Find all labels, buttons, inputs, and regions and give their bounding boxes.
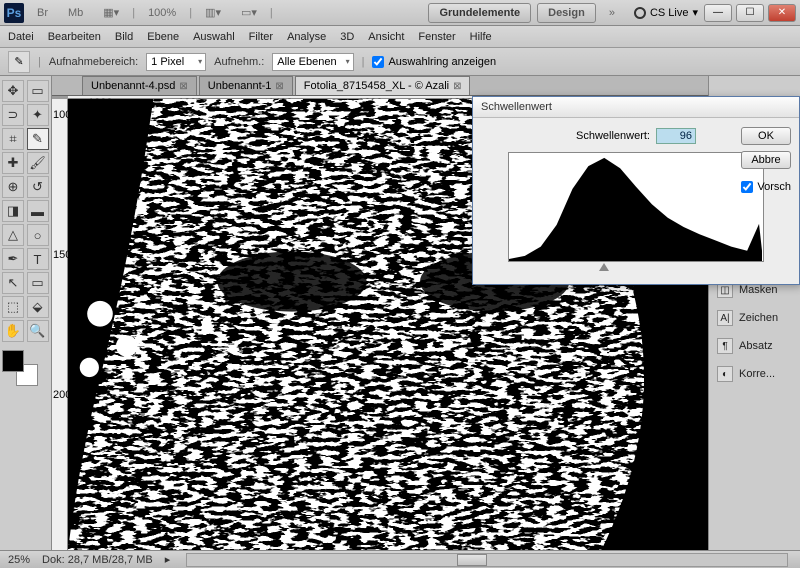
- doc-tab[interactable]: Unbenannt-1⊠: [199, 76, 293, 95]
- doc-layout-icon[interactable]: ▦▾: [96, 3, 126, 22]
- fg-color-swatch[interactable]: [2, 350, 24, 372]
- menu-fenster[interactable]: Fenster: [418, 31, 455, 43]
- close-icon[interactable]: ⊠: [275, 81, 283, 92]
- threshold-label: Schwellenwert:: [576, 130, 650, 142]
- histogram: [508, 152, 764, 262]
- schwellenwert-dialog: Schwellenwert Schwellenwert: OK Abbre Vo…: [472, 96, 800, 285]
- panel-icon: ¶: [717, 338, 733, 354]
- threshold-input[interactable]: [656, 128, 696, 144]
- menu-filter[interactable]: Filter: [249, 31, 273, 43]
- blur-tool[interactable]: △: [2, 224, 24, 246]
- aufnehm-label: Aufnehm.:: [214, 56, 264, 68]
- close-button[interactable]: ✕: [768, 4, 796, 22]
- workspace-grundelemente[interactable]: Grundelemente: [428, 3, 531, 23]
- eyedropper-tool[interactable]: ✎: [27, 128, 49, 150]
- stamp-tool[interactable]: ⊕: [2, 176, 24, 198]
- move-tool[interactable]: ✥: [2, 80, 24, 102]
- brush-tool[interactable]: 🖌: [27, 152, 49, 174]
- tool-panel: ✥▭ ⊃✦ ⌗✎ ✚🖌 ⊕↺ ◨▬ △○ ✒T ↖▭ ⬚⬙ ✋🔍: [0, 76, 52, 550]
- panel-absatz[interactable]: ¶Absatz: [709, 332, 800, 360]
- h-scrollbar[interactable]: [186, 553, 788, 567]
- gradient-tool[interactable]: ▬: [27, 200, 49, 222]
- panel-icon: A|: [717, 310, 733, 326]
- type-tool[interactable]: T: [27, 248, 49, 270]
- menu-analyse[interactable]: Analyse: [287, 31, 326, 43]
- view-icon-1[interactable]: ▥▾: [198, 3, 228, 22]
- eraser-tool[interactable]: ◨: [2, 200, 24, 222]
- heal-tool[interactable]: ✚: [2, 152, 24, 174]
- ps-logo: Ps: [4, 3, 24, 23]
- workspace-more[interactable]: »: [602, 4, 622, 22]
- 3d-cam-tool[interactable]: ⬙: [27, 296, 49, 318]
- abbrechen-button[interactable]: Abbre: [741, 151, 791, 169]
- zoom-level[interactable]: 100%: [141, 4, 183, 22]
- lasso-tool[interactable]: ⊃: [2, 104, 24, 126]
- menu-hilfe[interactable]: Hilfe: [470, 31, 492, 43]
- minibridge-button[interactable]: Mb: [61, 4, 90, 22]
- close-icon[interactable]: ⊠: [453, 81, 461, 92]
- workspace-design[interactable]: Design: [537, 3, 596, 23]
- panel-icon: ◐: [717, 366, 733, 382]
- aufnehm-combo[interactable]: Alle Ebenen: [272, 53, 353, 71]
- vorschau-checkbox[interactable]: Vorsch: [741, 181, 791, 193]
- history-brush-tool[interactable]: ↺: [27, 176, 49, 198]
- hand-tool[interactable]: ✋: [2, 320, 24, 342]
- shape-tool[interactable]: ▭: [27, 272, 49, 294]
- aufnahmebereich-label: Aufnahmebereich:: [49, 56, 138, 68]
- ok-button[interactable]: OK: [741, 127, 791, 145]
- panel-korre[interactable]: ◐Korre...: [709, 360, 800, 388]
- pen-tool[interactable]: ✒: [2, 248, 24, 270]
- status-dok: Dok: 28,7 MB/28,7 MB: [42, 554, 153, 566]
- menu-ansicht[interactable]: Ansicht: [368, 31, 404, 43]
- wand-tool[interactable]: ✦: [27, 104, 49, 126]
- menu-bearbeiten[interactable]: Bearbeiten: [48, 31, 101, 43]
- cslive-icon: [634, 7, 646, 19]
- menu-bild[interactable]: Bild: [115, 31, 133, 43]
- 3d-tool[interactable]: ⬚: [2, 296, 24, 318]
- status-zoom[interactable]: 25%: [8, 554, 30, 566]
- cslive-label: CS Live: [650, 7, 689, 19]
- ruler-vertical: 100015002000: [52, 99, 68, 550]
- menu-auswahl[interactable]: Auswahl: [193, 31, 235, 43]
- path-tool[interactable]: ↖: [2, 272, 24, 294]
- view-icon-2[interactable]: ▭▾: [234, 3, 264, 22]
- auswahlring-checkbox[interactable]: Auswahlring anzeigen: [372, 56, 496, 68]
- doc-tab[interactable]: Fotolia_8715458_XL - © Azali⊠: [295, 76, 471, 95]
- zoom-tool[interactable]: 🔍: [27, 320, 49, 342]
- cslive-button[interactable]: CS Live▾: [634, 6, 698, 19]
- color-swatches[interactable]: [2, 350, 42, 390]
- crop-tool[interactable]: ⌗: [2, 128, 24, 150]
- eyedropper-icon: ✎: [8, 51, 30, 73]
- menu-datei[interactable]: Datei: [8, 31, 34, 43]
- minimize-button[interactable]: —: [704, 4, 732, 22]
- threshold-slider[interactable]: [508, 264, 764, 274]
- marquee-tool[interactable]: ▭: [27, 80, 49, 102]
- doc-tab[interactable]: Unbenannt-4.psd⊠: [82, 76, 197, 95]
- maximize-button[interactable]: ☐: [736, 4, 764, 22]
- dialog-title: Schwellenwert: [473, 97, 799, 118]
- close-icon[interactable]: ⊠: [179, 81, 187, 92]
- aufnahmebereich-combo[interactable]: 1 Pixel: [146, 53, 206, 71]
- dodge-tool[interactable]: ○: [27, 224, 49, 246]
- menu-ebene[interactable]: Ebene: [147, 31, 179, 43]
- bridge-button[interactable]: Br: [30, 4, 55, 22]
- panel-zeichen[interactable]: A|Zeichen: [709, 304, 800, 332]
- menu-3d[interactable]: 3D: [340, 31, 354, 43]
